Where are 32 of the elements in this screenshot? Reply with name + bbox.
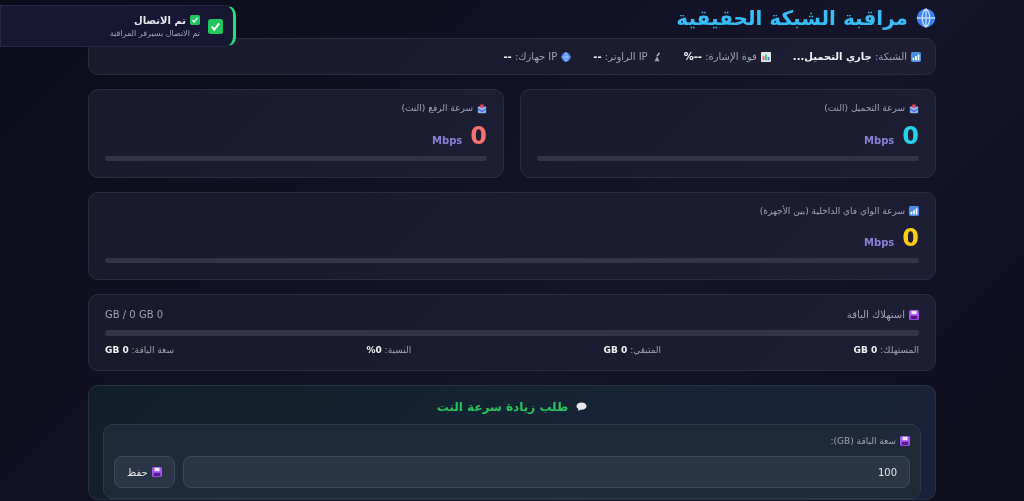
usage-title: استهلاك الباقة xyxy=(846,308,905,322)
usage-total: 0 GB / 0 GB xyxy=(105,308,164,322)
speed-unit: Mbps xyxy=(864,236,895,250)
info-text: قوة الإشارة: --% xyxy=(683,50,757,64)
capacity-input[interactable]: 100 xyxy=(182,456,910,488)
speed-unit: Mbps xyxy=(432,133,463,148)
speed-unit: Mbps xyxy=(864,133,895,148)
signal-bars-icon xyxy=(911,51,921,62)
info-text: الشبكة: جاري التحميل... xyxy=(792,50,907,64)
globe-icon xyxy=(561,51,572,62)
page-title: مراقبة الشبكة الحقيقية xyxy=(676,6,908,30)
request-title: طلب زيادة سرعة النت xyxy=(436,398,569,416)
package-icon xyxy=(909,103,919,114)
check-icon xyxy=(208,18,223,34)
bar-chart-icon xyxy=(760,51,771,62)
field-label: سعة الباقة (GB): xyxy=(830,434,896,448)
info-text: IP جهازك: -- xyxy=(503,50,558,64)
save-button[interactable]: حفظ xyxy=(114,456,175,488)
toast-message: تم الاتصال بسيرفر المراقبة xyxy=(109,27,200,40)
speech-bubble-icon xyxy=(576,401,588,412)
speed-value: 0 xyxy=(902,123,919,148)
package-icon xyxy=(477,103,487,114)
toast-title: تم الاتصال xyxy=(134,13,186,28)
speed-value: 0 xyxy=(902,226,919,250)
check-icon xyxy=(190,15,200,25)
signal-bars-icon xyxy=(909,206,919,217)
speed-value: 0 xyxy=(470,123,487,148)
speed-label: سرعة الواي فاي الداخلية (بين الأجهزة) xyxy=(759,204,905,218)
speed-label: سرعة الرفع (النت) xyxy=(401,102,473,115)
globe-icon xyxy=(916,8,936,28)
info-text: IP الراوتر: -- xyxy=(593,50,648,64)
speed-label: سرعة التحميل (النت) xyxy=(824,102,905,115)
